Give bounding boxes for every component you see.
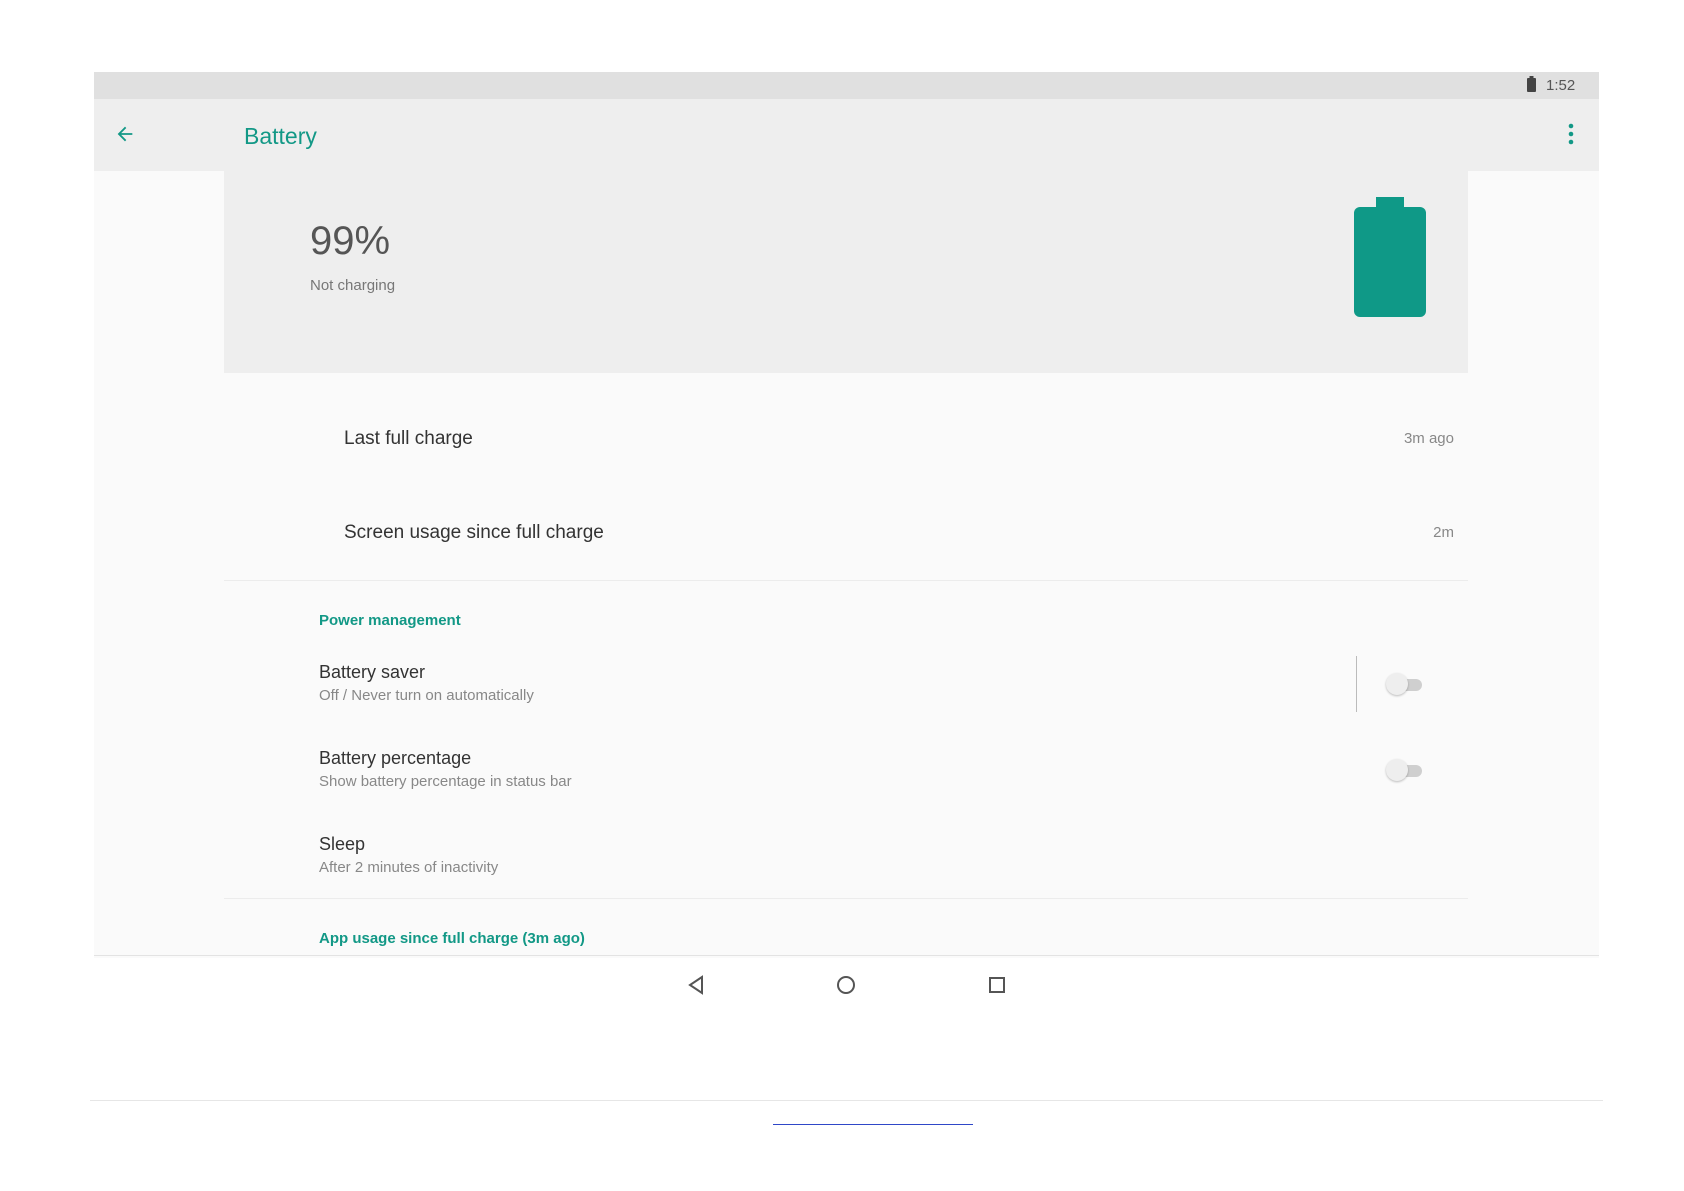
device-screen: 1:52 Battery 99% Not charging Last full … — [94, 72, 1599, 958]
overflow-menu-button[interactable] — [1562, 121, 1580, 147]
last-full-charge-row[interactable]: Last full charge — [344, 428, 473, 450]
page-divider — [90, 1100, 1603, 1101]
battery-full-icon — [1527, 76, 1536, 92]
battery-saver-toggle[interactable] — [1386, 673, 1424, 695]
sleep-title: Sleep — [319, 834, 366, 854]
battery-large-icon — [1354, 197, 1426, 317]
battery-percentage-item[interactable]: Battery percentage Show battery percenta… — [319, 748, 1319, 790]
divider — [224, 580, 1468, 581]
divider — [1356, 656, 1357, 712]
sleep-item[interactable]: Sleep After 2 minutes of inactivity — [319, 834, 1319, 876]
nav-home-button[interactable] — [833, 972, 859, 998]
status-time: 1:52 — [1546, 77, 1576, 94]
page-title: Battery — [244, 123, 317, 149]
last-full-charge-label: Last full charge — [344, 428, 473, 449]
back-button[interactable] — [112, 121, 138, 147]
sleep-subtitle: After 2 minutes of inactivity — [319, 859, 499, 876]
arrow-left-icon — [117, 126, 133, 142]
battery-percentage-subtitle: Show battery percentage in status bar — [319, 773, 572, 790]
battery-summary: 99% Not charging — [224, 171, 1468, 373]
nav-bar-divider — [94, 955, 1599, 958]
status-bar: 1:52 — [94, 72, 1599, 99]
nav-recents-icon — [989, 977, 1005, 993]
screen-usage-value: 2m — [1433, 524, 1454, 541]
battery-saver-item[interactable]: Battery saver Off / Never turn on automa… — [319, 662, 1319, 704]
nav-recents-button[interactable] — [984, 972, 1010, 998]
toggle-thumb — [1386, 673, 1408, 695]
app-usage-header: App usage since full charge (3m ago) — [319, 930, 585, 947]
nav-back-button[interactable] — [683, 972, 709, 998]
charging-status: Not charging — [310, 277, 396, 294]
last-full-charge-value: 3m ago — [1403, 430, 1454, 447]
toggle-thumb — [1386, 759, 1408, 781]
battery-percentage: 99% — [310, 219, 391, 263]
nav-home-icon — [837, 976, 855, 994]
screen-usage-row[interactable]: Screen usage since full charge — [344, 522, 604, 544]
battery-percentage-toggle[interactable] — [1386, 759, 1424, 781]
divider — [224, 898, 1468, 899]
battery-saver-subtitle: Off / Never turn on automatically — [319, 687, 534, 704]
page-link-underline[interactable] — [773, 1124, 973, 1125]
nav-back-icon — [688, 975, 703, 995]
app-bar: Battery — [94, 99, 1599, 171]
more-vert-icon — [1568, 123, 1574, 145]
screen-usage-label: Screen usage since full charge — [344, 522, 604, 543]
battery-percentage-title: Battery percentage — [319, 748, 472, 768]
battery-saver-title: Battery saver — [319, 662, 426, 682]
power-management-header: Power management — [319, 612, 461, 629]
